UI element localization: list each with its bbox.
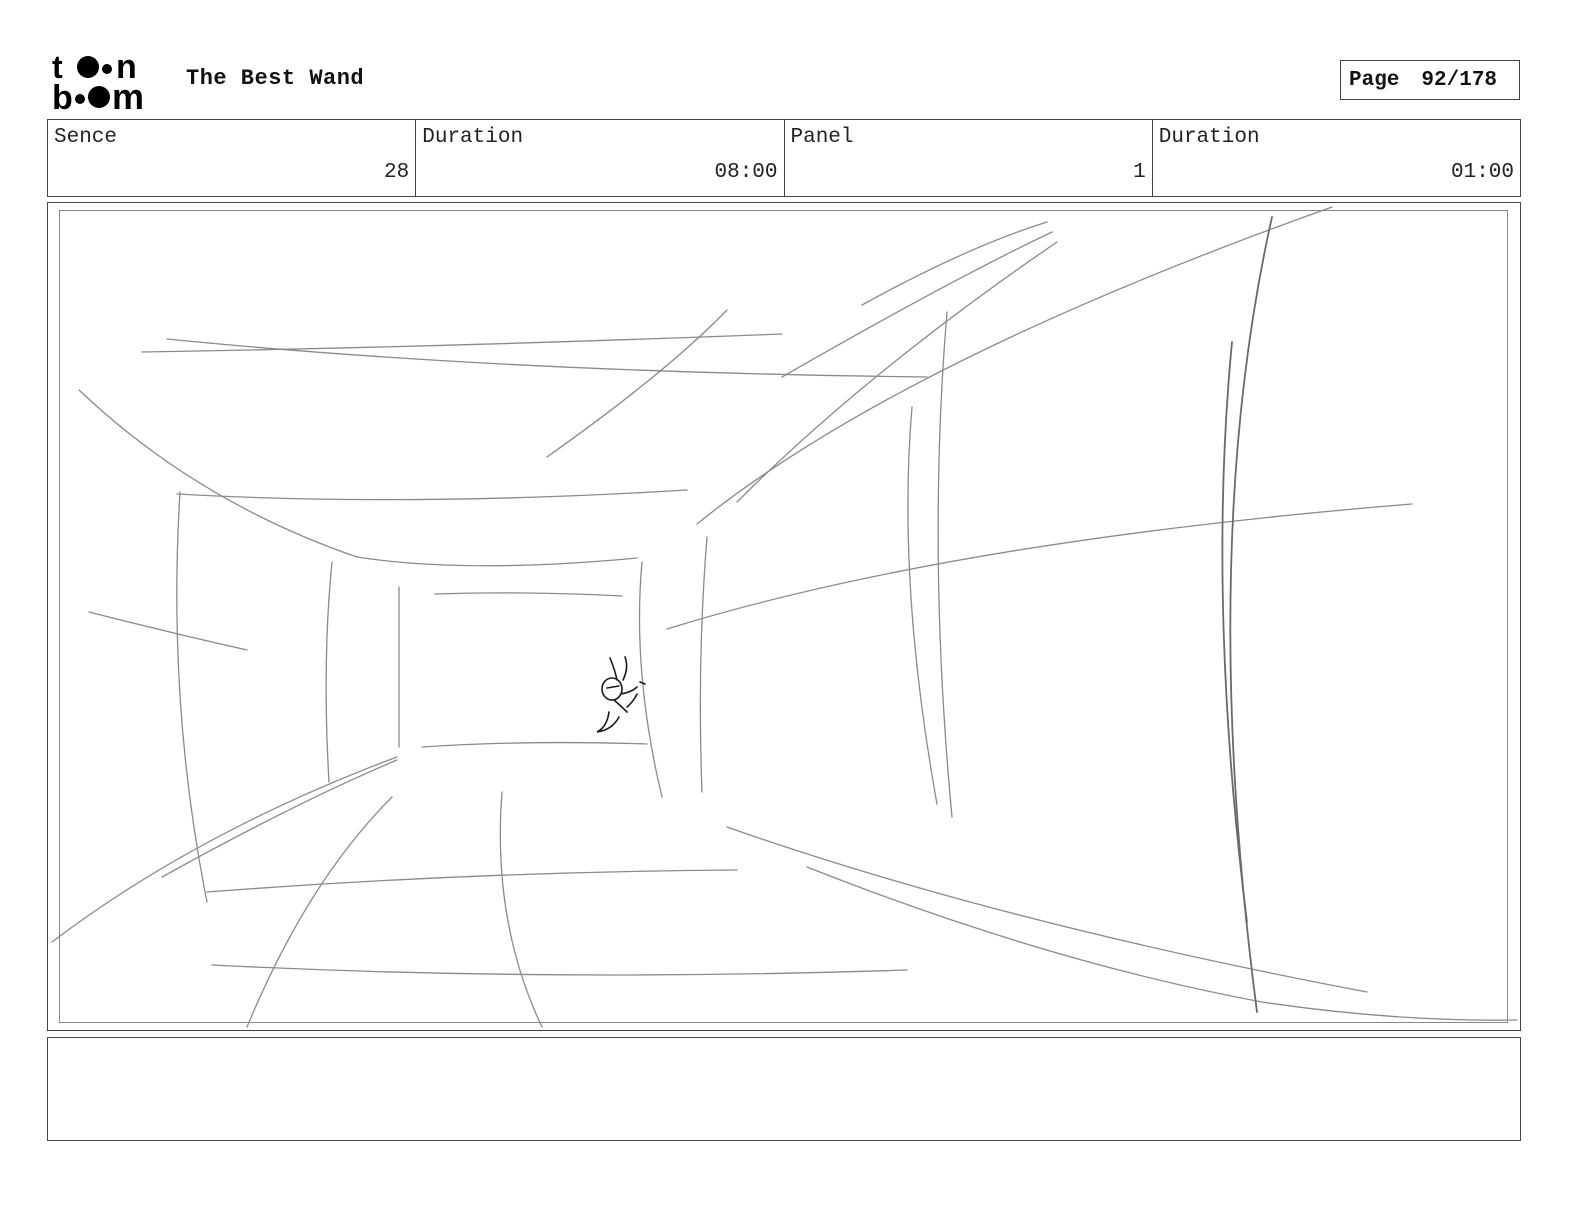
svg-text:m: m — [112, 76, 144, 112]
panel-value: 1 — [1133, 161, 1146, 184]
toon-boom-logo: t n b m — [52, 50, 144, 112]
page-number: 92/178 — [1421, 68, 1498, 92]
scene-cell: Sence 28 — [48, 120, 417, 196]
scene-value: 28 — [384, 161, 410, 184]
panel-sketch-drawing — [51, 206, 1518, 1028]
scene-duration-value: 08:00 — [714, 161, 778, 184]
page-label: Page — [1349, 68, 1400, 92]
scene-duration-cell: Duration 08:00 — [416, 120, 785, 196]
panel-notes-box — [47, 1037, 1521, 1141]
scene-duration-label: Duration — [422, 126, 524, 149]
scene-info-bar: Sence 28 Duration 08:00 Panel 1 Duration… — [47, 119, 1521, 197]
panel-duration-cell: Duration 01:00 — [1153, 120, 1520, 196]
page-indicator: Page 92/178 — [1340, 60, 1520, 100]
scene-label: Sence — [54, 126, 118, 149]
panel-duration-value: 01:00 — [1450, 161, 1514, 184]
panel-label: Panel — [790, 126, 854, 149]
document-title: The Best Wand — [186, 66, 365, 91]
panel-duration-label: Duration — [1158, 126, 1260, 149]
panel-cell: Panel 1 — [785, 120, 1153, 196]
svg-text:b: b — [52, 79, 73, 112]
rabbit-character-sketch — [596, 656, 646, 733]
